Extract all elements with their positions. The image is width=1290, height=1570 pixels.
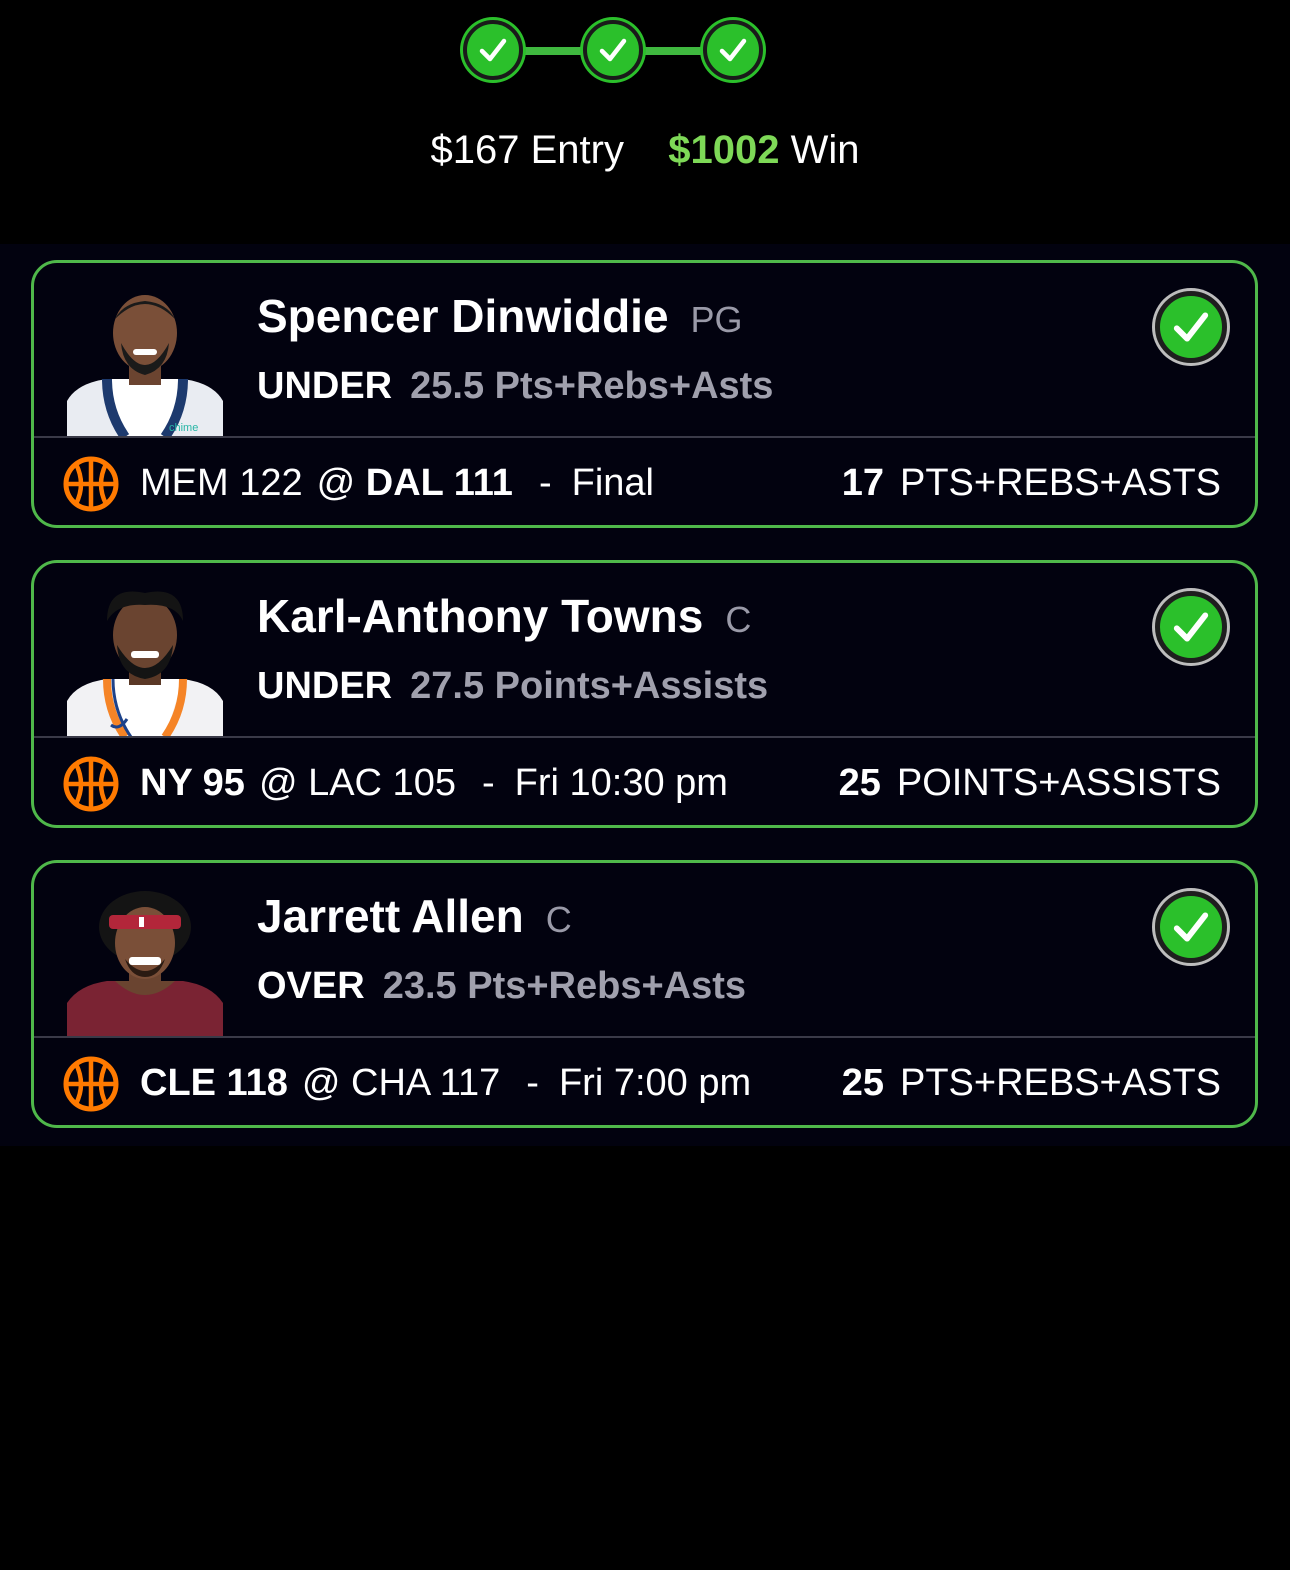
away-team-score: CLE 118 <box>140 1062 288 1104</box>
game-status: Fri 7:00 pm <box>558 1062 752 1104</box>
pick-card[interactable]: Karl-Anthony Towns C UNDER 27.5 Points+A… <box>31 560 1258 828</box>
player-name: Jarrett Allen <box>257 890 524 942</box>
game-info-row: MEM 122 @ DAL 111- Final 17 PTS+REBS+ASTS <box>34 438 1255 525</box>
step-complete-check-icon <box>703 20 763 80</box>
progress-connector <box>641 47 711 55</box>
entry-label: Entry <box>530 128 624 172</box>
player-headshot-avatar: chime <box>67 295 223 437</box>
pick-direction: UNDER <box>257 665 393 707</box>
entry-win-summary: $167 Entry $1002 Win <box>0 128 1290 173</box>
pick-line: 23.5 Pts+Rebs+Asts <box>382 965 747 1007</box>
win-amount: $1002 <box>668 128 780 172</box>
progress-tracker <box>463 20 765 82</box>
separator-dash: - <box>538 462 552 504</box>
basketball-icon <box>63 756 119 812</box>
player-position: C <box>725 599 752 640</box>
separator-dash: - <box>481 762 495 804</box>
pick-line: 27.5 Points+Assists <box>410 665 769 707</box>
home-team-score: CHA 117 <box>351 1062 501 1104</box>
step-complete-check-icon <box>583 20 643 80</box>
game-info-row: CLE 118 @ CHA 117- Fri 7:00 pm 25 PTS+REBS+… <box>34 1038 1255 1125</box>
actual-stat-label: POINTS+ASSISTS <box>896 762 1221 804</box>
away-team-score: MEM 122 <box>140 462 303 504</box>
pick-line: 25.5 Pts+Rebs+Asts <box>410 365 774 407</box>
game-status: Fri 10:30 pm <box>514 762 728 804</box>
actual-stat-value: 25 <box>841 1062 884 1104</box>
actual-stat-value: 25 <box>838 762 881 804</box>
at-symbol: @ <box>301 1062 341 1104</box>
game-info-row: NY 95 @ LAC 105- Fri 10:30 pm 25 POINTS+ASS… <box>34 738 1255 825</box>
player-headshot-avatar <box>67 591 223 737</box>
player-name: Spencer Dinwiddie <box>257 290 669 342</box>
player-position: PG <box>690 299 743 340</box>
pick-hit-check-icon <box>1155 591 1227 663</box>
basketball-icon <box>63 1056 119 1112</box>
actual-stat-value: 17 <box>841 462 884 504</box>
home-team-score: DAL 111 <box>365 462 513 504</box>
actual-stat-label: PTS+REBS+ASTS <box>899 462 1221 504</box>
pick-card[interactable]: chime Spencer Dinwiddie PG UNDER 25.5 Pt… <box>31 260 1258 528</box>
at-symbol: @ <box>316 462 356 504</box>
home-team-score: LAC 105 <box>308 762 456 804</box>
separator-dash: - <box>526 1062 539 1104</box>
pick-hit-check-icon <box>1155 891 1227 963</box>
picks-list: chime Spencer Dinwiddie PG UNDER 25.5 Pt… <box>0 244 1290 1146</box>
progress-connector <box>521 47 591 55</box>
game-status: Final <box>571 462 654 504</box>
pick-hit-check-icon <box>1155 291 1227 363</box>
pick-direction: UNDER <box>257 365 393 407</box>
player-position: C <box>545 899 572 940</box>
actual-stat-label: PTS+REBS+ASTS <box>899 1062 1221 1104</box>
jersey-logo-text: chime <box>169 422 198 434</box>
basketball-icon <box>63 456 119 512</box>
away-team-score: NY 95 <box>140 762 245 804</box>
pick-card[interactable]: Jarrett Allen C OVER 23.5 Pts+Rebs+Asts … <box>31 860 1258 1128</box>
win-label: Win <box>790 128 860 172</box>
at-symbol: @ <box>258 762 298 804</box>
player-name: Karl-Anthony Towns <box>257 590 704 642</box>
player-headshot-avatar <box>67 891 223 1037</box>
entry-amount: $167 <box>430 128 520 172</box>
step-complete-check-icon <box>463 20 523 80</box>
pick-direction: OVER <box>257 965 365 1007</box>
